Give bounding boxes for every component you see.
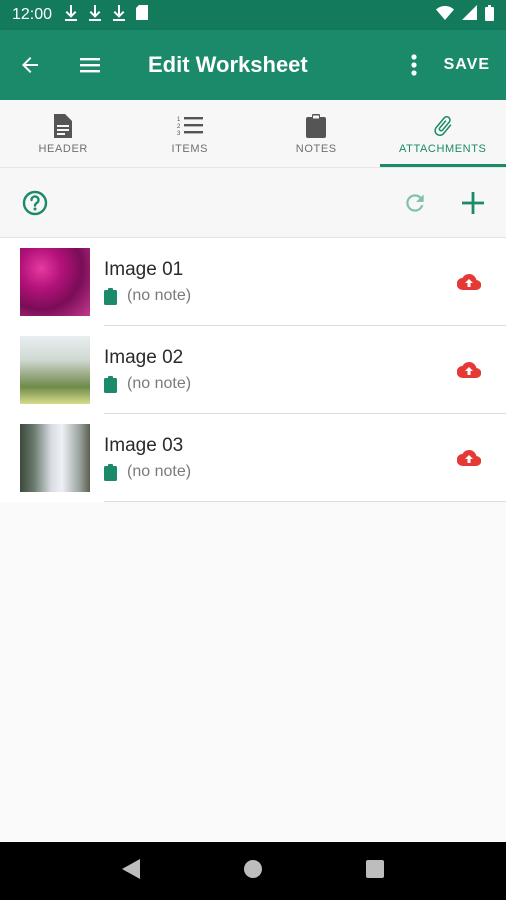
back-button[interactable]	[0, 35, 60, 95]
attachment-note: (no note)	[127, 287, 192, 304]
svg-text:3: 3	[177, 131, 181, 137]
status-time: 12:00	[12, 6, 53, 23]
cloud-upload-icon	[457, 449, 481, 467]
cloud-upload-icon	[457, 361, 481, 379]
numbered-list-icon: 123	[177, 113, 203, 139]
tab-notes[interactable]: NOTES	[253, 100, 380, 167]
nav-recents-button[interactable]	[366, 859, 385, 883]
tab-label: ITEMS	[171, 142, 209, 155]
circle-home-icon	[243, 859, 262, 878]
attachments-list: Image 01 (no note) Image 02 (no note) Im…	[0, 238, 506, 502]
flower-photo-thumbnail	[20, 248, 90, 316]
help-button[interactable]	[0, 190, 70, 216]
attachment-name: Image 02	[104, 347, 184, 368]
save-button[interactable]: SAVE	[432, 56, 506, 74]
tab-header[interactable]: HEADER	[0, 100, 127, 167]
help-circle-icon	[22, 190, 48, 215]
download-icon	[88, 4, 102, 26]
nav-home-button[interactable]	[243, 859, 263, 884]
list-item[interactable]: Image 03 (no note)	[0, 414, 506, 502]
tab-bar: HEADER 123 ITEMS NOTES ATTACHMENTS	[0, 100, 506, 168]
beach-photo-thumbnail	[20, 336, 90, 404]
list-item[interactable]: Image 01 (no note)	[0, 238, 506, 326]
status-bar: 12:00	[0, 0, 506, 30]
tab-label: ATTACHMENTS	[399, 142, 487, 155]
plus-icon	[462, 191, 484, 214]
download-icon	[64, 4, 78, 26]
nav-back-button[interactable]	[121, 858, 140, 884]
attachments-toolbar	[0, 168, 506, 238]
square-recents-icon	[366, 859, 385, 878]
add-attachment-button[interactable]	[444, 191, 502, 215]
clipboard-icon	[306, 113, 327, 139]
attachment-name: Image 03	[104, 435, 184, 456]
clipboard-icon	[104, 375, 117, 393]
page-title: Edit Worksheet	[148, 52, 308, 77]
attachment-note: (no note)	[127, 375, 192, 392]
arrow-left-icon	[22, 57, 38, 73]
tab-attachments[interactable]: ATTACHMENTS	[379, 100, 506, 167]
refresh-icon	[406, 193, 424, 212]
menu-button[interactable]	[60, 35, 120, 95]
hamburger-menu-icon	[80, 58, 100, 73]
refresh-button[interactable]	[386, 190, 444, 216]
tab-label: HEADER	[38, 142, 88, 155]
clipboard-icon	[104, 287, 117, 305]
document-icon	[54, 113, 73, 139]
battery-icon	[485, 4, 494, 26]
upload-status-button[interactable]	[440, 449, 498, 467]
cloud-upload-icon	[457, 273, 481, 291]
system-navigation-bar	[0, 842, 506, 900]
app-bar: Edit Worksheet SAVE	[0, 30, 506, 100]
upload-status-button[interactable]	[440, 273, 498, 291]
more-vertical-icon	[411, 54, 417, 76]
tab-label: NOTES	[295, 142, 337, 155]
wifi-icon	[436, 5, 454, 25]
signal-icon	[462, 5, 477, 25]
attachment-name: Image 01	[104, 259, 184, 280]
svg-text:1: 1	[177, 117, 181, 123]
tab-items[interactable]: 123 ITEMS	[127, 100, 254, 167]
attachment-note: (no note)	[127, 463, 192, 480]
paperclip-icon	[431, 113, 455, 139]
triangle-back-icon	[121, 858, 140, 879]
download-icon	[112, 4, 126, 26]
clipboard-icon	[104, 463, 117, 481]
upload-status-button[interactable]	[440, 361, 498, 379]
overflow-menu-button[interactable]	[396, 35, 432, 95]
sd-card-icon	[136, 5, 149, 25]
list-item[interactable]: Image 02 (no note)	[0, 326, 506, 414]
svg-text:2: 2	[177, 124, 181, 130]
waterfall-photo-thumbnail	[20, 424, 90, 492]
